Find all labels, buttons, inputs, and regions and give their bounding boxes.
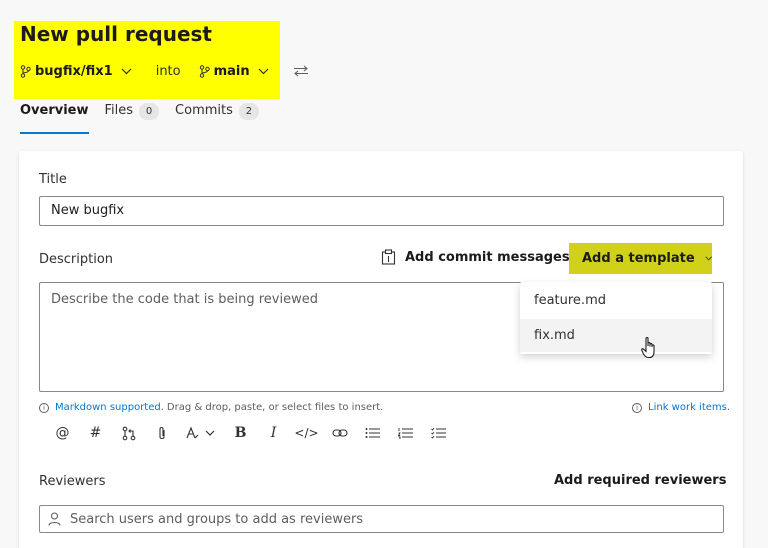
person-icon xyxy=(48,512,61,526)
bulleted-list-icon[interactable] xyxy=(356,421,389,445)
markdown-hint: i Markdown supported. Drag & drop, paste… xyxy=(39,402,383,413)
add-template-label: Add a template xyxy=(582,251,695,266)
title-label: Title xyxy=(39,172,67,187)
tab-bar: Overview Files 0 Commits 2 xyxy=(20,100,275,134)
files-count-badge: 0 xyxy=(139,103,160,120)
italic-icon[interactable]: I xyxy=(257,421,290,445)
into-label: into xyxy=(155,63,181,79)
tab-files-label: Files xyxy=(104,103,134,118)
hashtag-icon[interactable]: # xyxy=(79,421,112,445)
source-branch-label: bugfix/fix1 xyxy=(35,63,113,79)
link-icon[interactable] xyxy=(323,421,356,445)
target-branch-label: main xyxy=(213,63,250,79)
target-branch-dropdown[interactable]: main xyxy=(199,64,273,79)
template-option-fix[interactable]: fix.md xyxy=(520,319,712,352)
add-template-button[interactable]: Add a template xyxy=(569,243,712,274)
attach-icon[interactable] xyxy=(145,421,178,445)
reviewers-search-input[interactable] xyxy=(70,511,670,527)
swap-branches-icon[interactable] xyxy=(293,65,309,77)
mention-icon[interactable]: @ xyxy=(46,421,79,445)
info-icon: i xyxy=(39,402,49,413)
template-dropdown-menu: feature.md fix.md xyxy=(520,282,712,354)
formatting-toolbar: @ # B I </> xyxy=(46,421,455,445)
pull-request-form-card: Title New bugfix Description Add commit … xyxy=(19,151,743,548)
info-icon: i xyxy=(632,402,642,413)
description-label: Description xyxy=(39,252,114,267)
chevron-down-icon xyxy=(705,256,712,261)
commits-count-badge: 2 xyxy=(238,103,259,120)
description-placeholder: Describe the code that is being reviewed xyxy=(51,292,318,307)
link-work-items-link[interactable]: Link work items. xyxy=(648,402,730,413)
bold-icon[interactable]: B xyxy=(224,421,257,445)
chevron-down-icon xyxy=(258,68,269,74)
title-input[interactable]: New bugfix xyxy=(39,196,724,226)
highlight-icon[interactable] xyxy=(178,421,224,445)
reviewers-search-field[interactable] xyxy=(39,505,724,533)
code-icon[interactable]: </> xyxy=(290,421,323,445)
chevron-down-icon xyxy=(121,68,132,74)
pull-request-icon[interactable] xyxy=(112,421,145,445)
tab-commits[interactable]: Commits 2 xyxy=(175,100,259,134)
tab-files[interactable]: Files 0 xyxy=(105,100,160,134)
numbered-list-icon[interactable] xyxy=(389,421,422,445)
add-required-reviewers-button[interactable]: Add required reviewers xyxy=(554,473,726,488)
clipboard-icon xyxy=(381,249,396,265)
tab-commits-label: Commits xyxy=(175,103,233,118)
task-list-icon[interactable] xyxy=(422,421,455,445)
add-commit-messages-label: Add commit messages xyxy=(405,249,570,265)
link-work-items[interactable]: i Link work items. xyxy=(632,402,733,413)
template-option-feature[interactable]: feature.md xyxy=(520,284,712,317)
markdown-hint-text: Drag & drop, paste, or select files to i… xyxy=(166,402,384,413)
page-title: New pull request xyxy=(20,22,212,46)
branch-icon xyxy=(20,64,31,78)
source-branch-dropdown[interactable]: bugfix/fix1 xyxy=(20,64,136,79)
branch-selector-row: bugfix/fix1 into main xyxy=(20,61,309,81)
reviewers-label: Reviewers xyxy=(39,474,106,489)
markdown-supported-link[interactable]: Markdown supported. xyxy=(55,402,164,413)
branch-icon xyxy=(199,64,210,78)
tab-overview[interactable]: Overview xyxy=(20,100,89,134)
hand-cursor-icon xyxy=(641,337,655,359)
tab-overview-label: Overview xyxy=(20,103,89,118)
add-commit-messages-button[interactable]: Add commit messages xyxy=(381,249,570,265)
